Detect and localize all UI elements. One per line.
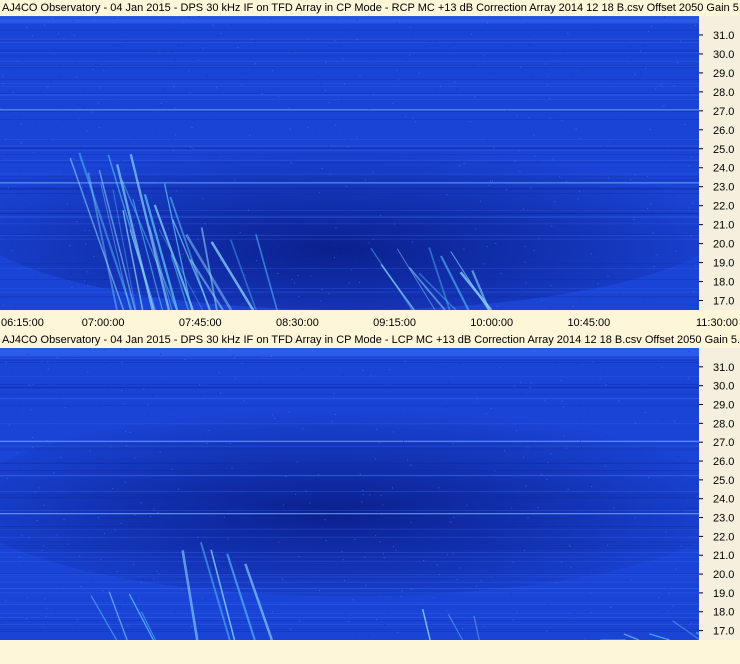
x-tick-label: 11:30:00 <box>696 317 738 329</box>
dark-band <box>0 409 699 597</box>
y-tick-label: 29.0 <box>713 68 734 80</box>
y-tick-label: 28.0 <box>713 418 734 430</box>
y-tick-label: 22.0 <box>713 531 734 543</box>
y-tick-label: 19.0 <box>713 258 734 270</box>
x-tick-label: 07:00:00 <box>82 317 125 329</box>
x-tick-label: 09:15:00 <box>373 317 416 329</box>
y-tick-label: 25.0 <box>713 144 734 156</box>
y-axis-lcp: 31.0 30.0 29.0 28.0 27.0 26.0 25.0 24.0 23.0 22.0… <box>699 348 740 640</box>
y-tick-label: 20.0 <box>713 569 734 581</box>
y-tick-label: 17.0 <box>713 626 734 638</box>
y-tick-label: 31.0 <box>713 362 734 374</box>
y-tick-label: 31.0 <box>713 30 734 42</box>
y-tick-label: 23.0 <box>713 513 734 525</box>
y-tick-label: 24.0 <box>713 494 734 506</box>
spectrogram-plot-lcp <box>0 348 699 640</box>
y-tick-label: 28.0 <box>713 87 734 99</box>
x-tick-label: 07:45:00 <box>179 317 222 329</box>
x-tick-label: 10:45:00 <box>567 317 610 329</box>
y-tick-label: 30.0 <box>713 49 734 61</box>
y-tick-label: 20.0 <box>713 239 734 251</box>
y-tick-label: 17.0 <box>713 296 734 308</box>
y-tick-label: 24.0 <box>713 163 734 175</box>
x-tick-label: 10:00:00 <box>470 317 513 329</box>
y-tick-label: 19.0 <box>713 588 734 600</box>
y-tick-label: 27.0 <box>713 106 734 118</box>
y-tick-label: 18.0 <box>713 277 734 289</box>
y-tick-label: 21.0 <box>713 220 734 232</box>
y-tick-label: 23.0 <box>713 182 734 194</box>
x-tick-label: 08:30:00 <box>276 317 319 329</box>
y-tick-label: 26.0 <box>713 125 734 137</box>
y-tick-label: 27.0 <box>713 437 734 449</box>
spectrogram-title-rcp: AJ4CO Observatory - 04 Jan 2015 - DPS 30… <box>0 0 740 16</box>
y-axis-rcp: 31.0 30.0 29.0 28.0 27.0 26.0 25.0 24.0 23.0 22.0… <box>699 16 740 310</box>
spectrogram-plot-rcp <box>0 16 699 310</box>
y-tick-label: 29.0 <box>713 400 734 412</box>
y-tick-label: 26.0 <box>713 456 734 468</box>
y-tick-label: 21.0 <box>713 550 734 562</box>
y-tick-label: 22.0 <box>713 201 734 213</box>
x-tick-label: 06:15:00 <box>1 317 44 329</box>
y-tick-label: 30.0 <box>713 381 734 393</box>
x-axis-lcp <box>0 640 740 664</box>
spectrogram-title-lcp: AJ4CO Observatory - 04 Jan 2015 - DPS 30… <box>0 332 740 348</box>
y-tick-label: 18.0 <box>713 607 734 619</box>
y-tick-label: 25.0 <box>713 475 734 487</box>
x-axis-rcp: 06:15:00 07:00:00 07:45:00 08:30:00 09:15:00… <box>0 310 740 332</box>
